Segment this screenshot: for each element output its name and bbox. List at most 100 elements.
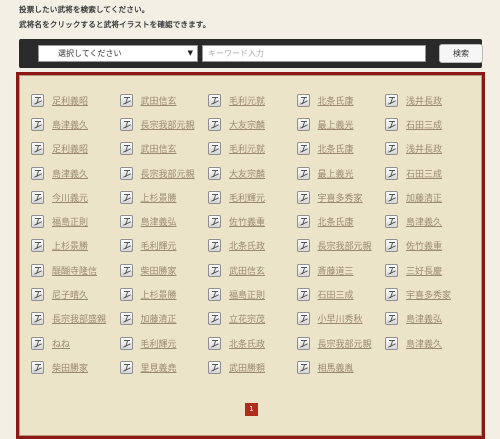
general-name-link[interactable]: 長宗我部元親 [141,167,195,180]
general-name-link[interactable]: 加藤清正 [406,191,442,204]
general-avatar-icon[interactable] [31,215,44,229]
general-item[interactable]: 北条氏政 [208,234,297,258]
general-item[interactable]: 長宗我部元親 [119,112,209,136]
general-avatar-icon[interactable] [31,288,44,302]
general-name-link[interactable]: 北条氏康 [318,94,354,107]
general-name-link[interactable]: 最上義光 [318,118,354,131]
general-item[interactable]: 島津義久 [31,161,120,185]
keyword-input[interactable] [202,45,426,62]
general-avatar-icon[interactable] [296,288,310,302]
general-name-link[interactable]: 毛利元就 [229,94,265,107]
general-name-link[interactable]: 長宗我部元親 [318,239,372,252]
general-name-link[interactable]: 長宗我部元親 [318,337,372,350]
general-item[interactable]: 毛利元就 [208,88,297,112]
general-item[interactable]: 斎藤道三 [296,258,386,282]
general-name-link[interactable]: 柴田勝家 [141,264,177,277]
general-avatar-icon[interactable] [119,336,133,350]
general-name-link[interactable]: 佐竹義重 [229,215,265,228]
general-name-link[interactable]: 宇喜多秀家 [406,288,451,301]
general-avatar-icon[interactable] [208,239,221,253]
general-name-link[interactable]: 上杉景勝 [141,191,177,204]
general-name-link[interactable]: 長宗我部盛親 [52,312,106,325]
general-item[interactable]: 毛利輝元 [119,234,209,258]
general-name-link[interactable]: 尼子晴久 [52,288,88,301]
general-name-link[interactable]: 加藤清正 [141,312,177,325]
general-avatar-icon[interactable] [119,93,133,107]
general-avatar-icon[interactable] [385,312,398,326]
general-name-link[interactable]: 立花宗茂 [229,312,265,325]
general-avatar-icon[interactable] [31,166,44,180]
general-name-link[interactable]: 島津義久 [406,215,442,228]
general-avatar-icon[interactable] [208,312,221,326]
general-avatar-icon[interactable] [208,142,221,156]
general-name-link[interactable]: 島津義久 [52,167,88,180]
general-name-link[interactable]: 上杉景勝 [52,239,88,252]
general-item[interactable]: 石田三成 [385,161,474,185]
general-avatar-icon[interactable] [119,263,133,277]
general-name-link[interactable]: ねね [52,337,70,350]
general-name-link[interactable]: 島津義久 [52,118,88,131]
general-name-link[interactable]: 武田勝頼 [229,361,265,374]
general-item[interactable]: 上杉景勝 [119,185,209,209]
general-name-link[interactable]: 北条氏康 [318,215,354,228]
general-item[interactable]: 北条氏康 [296,209,386,233]
general-avatar-icon[interactable] [31,360,44,374]
general-item[interactable]: 北条氏政 [208,331,297,355]
general-avatar-icon[interactable] [119,190,133,204]
general-avatar-icon[interactable] [31,93,44,107]
general-name-link[interactable]: 島津義弘 [141,215,177,228]
general-item[interactable]: 足利義昭 [31,88,120,112]
general-item[interactable]: 小早川秀秋 [296,307,386,331]
general-avatar-icon[interactable] [385,166,398,180]
general-item[interactable]: 長宗我部元親 [119,161,209,185]
general-avatar-icon[interactable] [31,190,44,204]
general-item[interactable]: 福島正則 [31,209,120,233]
general-item[interactable]: 上杉景勝 [31,234,120,258]
general-name-link[interactable]: 里見義堯 [141,361,177,374]
general-avatar-icon[interactable] [296,312,310,326]
general-avatar-icon[interactable] [119,312,133,326]
general-avatar-icon[interactable] [296,263,310,277]
general-item[interactable]: 武田信玄 [119,137,209,161]
general-avatar-icon[interactable] [208,166,221,180]
general-name-link[interactable]: 小早川秀秋 [318,312,363,325]
general-item[interactable]: 毛利輝元 [208,185,297,209]
general-avatar-icon[interactable] [208,93,221,107]
general-item[interactable]: 北条氏康 [296,88,386,112]
general-avatar-icon[interactable] [385,288,398,302]
general-avatar-icon[interactable] [119,239,133,253]
category-select[interactable]: 選択してください ▼ [38,45,198,62]
general-item[interactable]: 最上義光 [296,161,386,185]
general-name-link[interactable]: 佐竹義重 [406,239,442,252]
search-button[interactable]: 検索 [439,44,483,63]
general-avatar-icon[interactable] [385,215,398,229]
general-avatar-icon[interactable] [296,166,310,180]
general-avatar-icon[interactable] [296,142,310,156]
general-avatar-icon[interactable] [119,215,133,229]
general-item[interactable]: 佐竹義重 [385,234,474,258]
general-avatar-icon[interactable] [296,360,310,374]
general-avatar-icon[interactable] [119,360,133,374]
page-number-current[interactable]: 1 [245,403,258,416]
general-avatar-icon[interactable] [208,190,221,204]
general-avatar-icon[interactable] [385,263,398,277]
general-item[interactable]: 長宗我部元親 [296,331,386,355]
general-avatar-icon[interactable] [208,263,221,277]
general-item[interactable]: 上杉景勝 [119,282,209,306]
general-item[interactable]: 浅井長政 [385,137,474,161]
general-avatar-icon[interactable] [208,288,221,302]
general-name-link[interactable]: 宇喜多秀家 [318,191,363,204]
general-avatar-icon[interactable] [31,117,44,131]
general-item[interactable]: 島津義弘 [385,307,474,331]
general-item[interactable]: 加藤清正 [119,307,209,331]
general-name-link[interactable]: 石田三成 [406,118,442,131]
general-item[interactable]: 三好長慶 [385,258,474,282]
general-avatar-icon[interactable] [385,190,398,204]
general-item[interactable]: ねね [31,331,120,355]
general-item[interactable]: 加藤清正 [385,185,474,209]
general-avatar-icon[interactable] [31,336,44,350]
general-avatar-icon[interactable] [31,312,44,326]
general-name-link[interactable]: 浅井長政 [406,94,442,107]
general-avatar-icon[interactable] [296,336,310,350]
general-name-link[interactable]: 福島正則 [52,215,88,228]
